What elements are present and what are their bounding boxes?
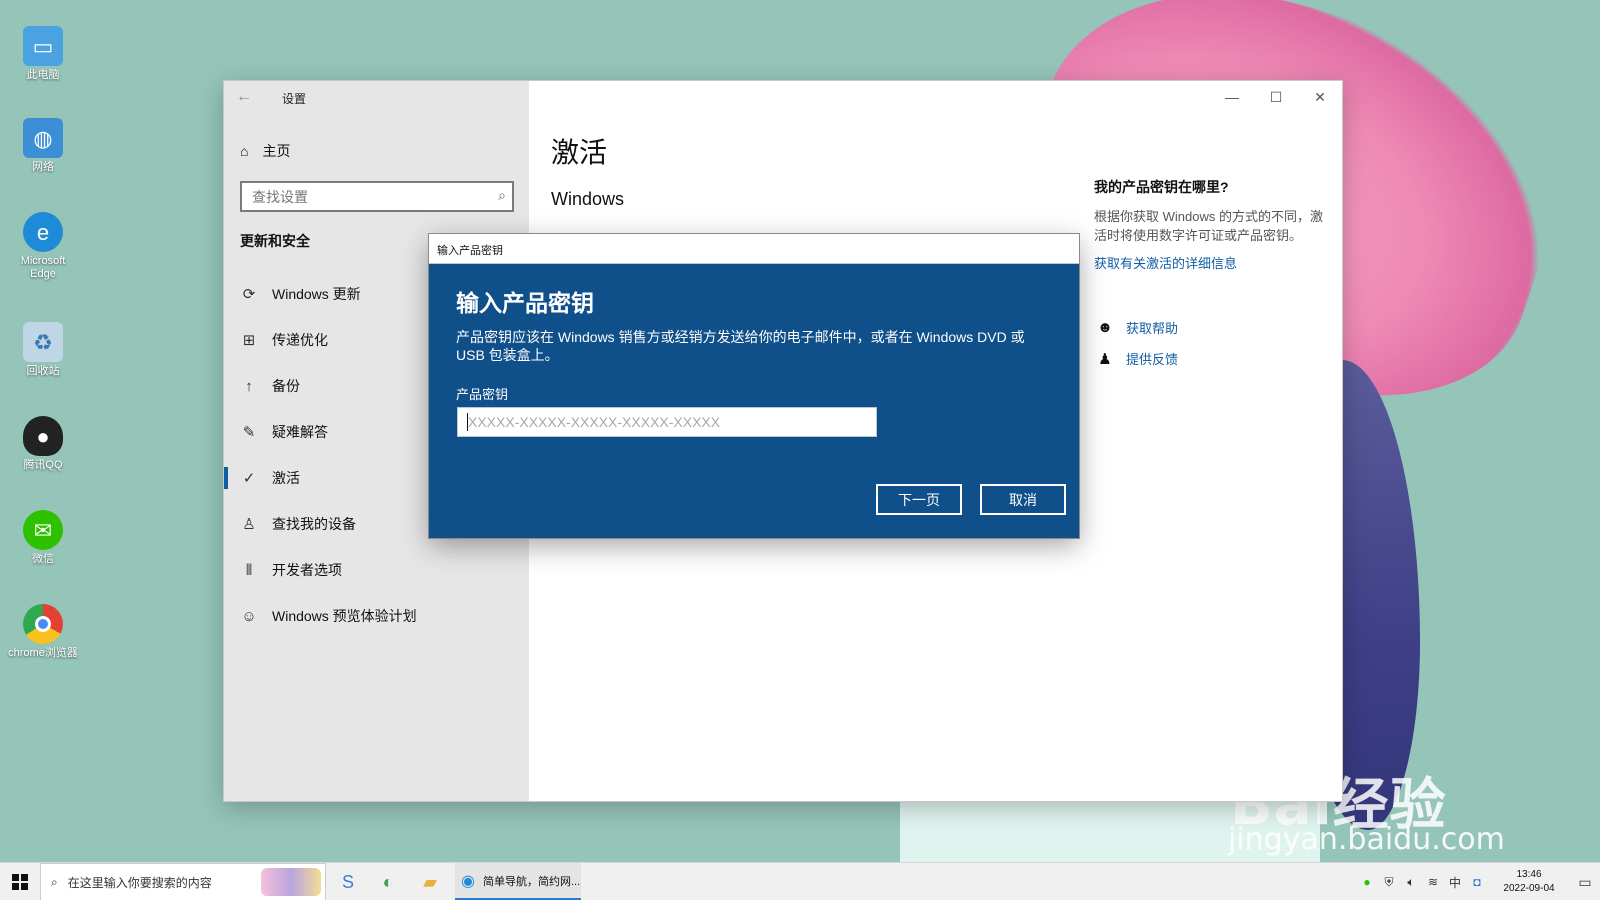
recycle-bin-icon: ♻	[23, 322, 63, 362]
wrench-icon: ✎	[242, 424, 256, 441]
nav-label: 备份	[272, 378, 300, 394]
home-icon: ⌂	[240, 143, 249, 159]
close-icon[interactable]: ✕	[1298, 81, 1342, 113]
help-chat-icon: ☻	[1097, 319, 1113, 336]
desktop-icon-wechat[interactable]: ✉ 微信	[8, 510, 78, 566]
notification-icon[interactable]: ▭	[1570, 874, 1600, 891]
active-task-label: 简单导航，简约网...	[482, 875, 581, 888]
feedback-label: 提供反馈	[1126, 352, 1179, 367]
search-icon[interactable]: ⌕	[498, 187, 506, 204]
input-method-icon[interactable]: 中	[1444, 874, 1466, 891]
desktop-icon-network[interactable]: ◍ 网络	[8, 118, 78, 174]
system-tray: ● ⛨ 🔈︎ ≋ 中 ◘ 13:46 2022-09-04 ▭	[1356, 863, 1600, 900]
activation-info-link[interactable]: 获取有关激活的详细信息	[1094, 253, 1334, 272]
desktop-icon-label: 网络	[32, 161, 54, 173]
nav-item-insider[interactable]: ☺ Windows 预览体验计划	[224, 593, 529, 639]
qq-tray-icon[interactable]: ◘	[1466, 875, 1488, 889]
section-heading: 更新和安全	[240, 233, 310, 249]
taskbar-search-placeholder: 在这里输入你要搜索的内容	[67, 875, 212, 890]
watermark-url: jingyan.baidu.com	[1228, 822, 1505, 857]
backup-icon: ↑	[245, 377, 253, 395]
developer-icon: ⫴	[245, 561, 253, 579]
windows-subheading: Windows	[551, 189, 625, 209]
wechat-icon: ✉	[23, 510, 63, 550]
nav-label: Windows 更新	[272, 286, 361, 302]
refresh-icon: ⟳	[242, 286, 256, 303]
windows-logo-icon	[12, 874, 28, 890]
taskbar: ⌕ 在这里输入你要搜索的内容 S ◐ ▰ ◉ 简单导航，简约网... ● ⛨ 🔈…	[0, 862, 1600, 900]
page-title: 激活	[551, 137, 608, 168]
feedback-link[interactable]: ♟ 提供反馈	[1096, 349, 1334, 368]
wifi-icon[interactable]: ≋	[1422, 875, 1444, 889]
desktop-icon-label: 腾讯QQ	[23, 459, 63, 471]
product-key-input[interactable]	[457, 407, 877, 437]
settings-search-box[interactable]: ⌕	[240, 181, 514, 212]
cancel-button[interactable]: 取消	[980, 484, 1066, 515]
clock-date: 2022-09-04	[1503, 883, 1555, 894]
delivery-icon: ⊞	[242, 332, 256, 349]
home-label: 主页	[262, 143, 291, 159]
check-circle-icon: ✓	[242, 470, 256, 487]
feedback-icon: ♟	[1098, 350, 1112, 368]
product-key-dialog: 输入产品密钥 输入产品密钥 产品密钥应该在 Windows 销售方或经销方发送给…	[429, 234, 1079, 538]
computer-icon: ▭	[23, 26, 63, 66]
get-help-label: 获取帮助	[1126, 321, 1179, 336]
window-title: 设置	[282, 92, 307, 106]
nav-label: Windows 预览体验计划	[272, 608, 417, 624]
minimize-icon[interactable]: —	[1210, 81, 1254, 113]
start-button[interactable]	[0, 863, 40, 900]
aside-body: 根据你获取 Windows 的方式的不同，激活时将使用数字许可证或产品密钥。	[1094, 209, 1323, 243]
taskbar-edge-window[interactable]: ◉ 简单导航，简约网...	[455, 863, 581, 900]
desktop-icon-edge[interactable]: e Microsoft Edge	[8, 212, 78, 281]
settings-search-input[interactable]	[242, 183, 472, 210]
nav-label: 查找我的设备	[272, 516, 356, 532]
desktop-icon-qq[interactable]: ● 腾讯QQ	[8, 416, 78, 472]
text-caret	[467, 413, 468, 431]
maximize-icon[interactable]: ☐	[1254, 81, 1298, 113]
nav-label: 疑难解答	[272, 424, 328, 440]
nav-label: 开发者选项	[272, 562, 342, 578]
browser-360-icon[interactable]: ◐	[368, 863, 408, 900]
clock[interactable]: 13:46 2022-09-04	[1494, 868, 1564, 896]
product-key-label: 产品密钥	[456, 387, 509, 402]
help-aside: 我的产品密钥在哪里? 根据你获取 Windows 的方式的不同，激活时将使用数字…	[1094, 177, 1334, 368]
dialog-titlebar: 输入产品密钥	[429, 234, 1079, 264]
insider-icon: ☺	[241, 607, 257, 625]
find-device-icon: ♙	[242, 516, 256, 533]
desktop-icon-label: 微信	[32, 553, 54, 565]
network-icon: ◍	[23, 118, 63, 158]
desktop-icon-recycle-bin[interactable]: ♻ 回收站	[8, 322, 78, 378]
search-icon: ⌕	[51, 874, 58, 889]
desktop-icon-computer[interactable]: ▭ 此电脑	[8, 26, 78, 82]
aside-question: 我的产品密钥在哪里?	[1094, 179, 1229, 195]
nav-label: 传递优化	[272, 332, 328, 348]
edge-icon: ◉	[461, 872, 475, 890]
edge-icon: e	[23, 212, 63, 252]
nav-item-developer[interactable]: ⫴ 开发者选项	[224, 547, 529, 593]
dialog-heading: 输入产品密钥	[456, 290, 594, 316]
get-help-link[interactable]: ☻ 获取帮助	[1096, 318, 1334, 337]
settings-titlebar: ← 设置	[224, 81, 529, 113]
search-highlight-image	[261, 868, 321, 896]
clock-time: 13:46	[1516, 869, 1542, 880]
wechat-tray-icon[interactable]: ●	[1356, 875, 1378, 889]
taskbar-search[interactable]: ⌕ 在这里输入你要搜索的内容	[40, 863, 326, 900]
file-explorer-icon[interactable]: ▰	[410, 863, 450, 900]
desktop-icon-label: Microsoft Edge	[20, 255, 66, 280]
desktop-icon-chrome[interactable]: chrome浏览器	[8, 604, 78, 660]
sogou-icon[interactable]: S	[328, 863, 368, 900]
next-button[interactable]: 下一页	[876, 484, 962, 515]
back-arrow-icon[interactable]: ←	[236, 88, 256, 106]
nav-label: 激活	[272, 470, 300, 486]
window-controls: — ☐ ✕	[1210, 81, 1342, 113]
qq-icon: ●	[23, 416, 63, 456]
chrome-icon	[23, 604, 63, 644]
security-icon[interactable]: ⛨	[1378, 875, 1400, 890]
desktop-icon-label: 此电脑	[26, 69, 60, 81]
home-link[interactable]: ⌂ 主页	[240, 141, 290, 161]
dialog-description: 产品密钥应该在 Windows 销售方或经销方发送给你的电子邮件中，或者在 Wi…	[456, 329, 1025, 363]
volume-icon[interactable]: 🔈︎	[1400, 875, 1422, 890]
desktop-icon-label: chrome浏览器	[8, 647, 78, 659]
desktop-icon-label: 回收站	[26, 365, 60, 377]
